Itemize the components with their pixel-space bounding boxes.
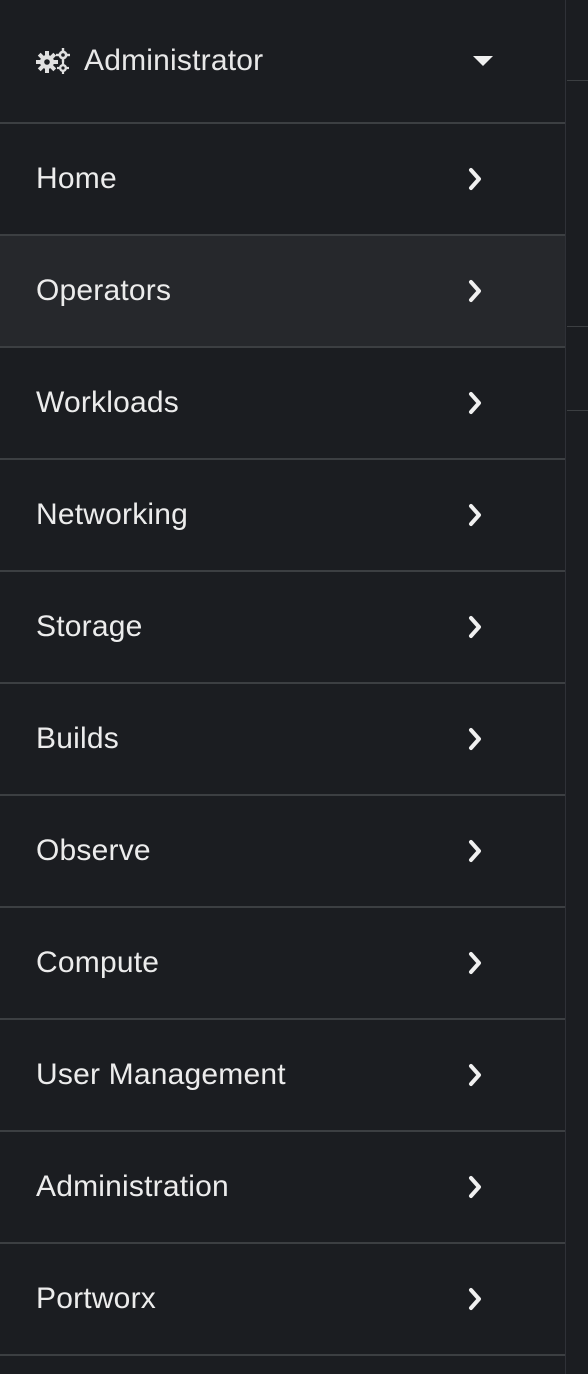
nav-item-home[interactable]: Home (0, 124, 565, 236)
nav-item-administration[interactable]: Administration (0, 1132, 565, 1244)
cogs-icon (36, 48, 70, 74)
nav-item-networking[interactable]: Networking (0, 460, 565, 572)
divider (567, 326, 588, 327)
nav-item-label: Administration (36, 1170, 229, 1203)
nav-item-label: User Management (36, 1058, 286, 1091)
chevron-right-icon (469, 616, 481, 638)
nav-item-builds[interactable]: Builds (0, 684, 565, 796)
chevron-right-icon (469, 504, 481, 526)
nav-item-operators[interactable]: Operators (0, 236, 565, 348)
perspective-switcher[interactable]: Administrator (0, 0, 565, 124)
chevron-right-icon (469, 840, 481, 862)
nav-item-label: Observe (36, 834, 151, 867)
chevron-right-icon (469, 280, 481, 302)
nav-item-label: Storage (36, 610, 143, 643)
nav-item-compute[interactable]: Compute (0, 908, 565, 1020)
nav-item-portworx[interactable]: Portworx (0, 1244, 565, 1356)
nav-item-label: Home (36, 162, 117, 195)
nav-item-label: Networking (36, 498, 189, 531)
divider (567, 410, 588, 411)
page: Administrator Home Operators Workloads N (0, 0, 588, 1374)
nav-item-label: Operators (36, 274, 172, 307)
chevron-right-icon (469, 728, 481, 750)
divider (567, 80, 588, 81)
perspective-label: Administrator (84, 44, 264, 77)
sidebar-nav: Administrator Home Operators Workloads N (0, 0, 566, 1374)
chevron-right-icon (469, 168, 481, 190)
chevron-right-icon (469, 952, 481, 974)
caret-down-icon (473, 56, 493, 66)
nav-item-workloads[interactable]: Workloads (0, 348, 565, 460)
nav-item-label: Workloads (36, 386, 179, 419)
chevron-right-icon (469, 392, 481, 414)
content-edge (567, 0, 588, 1374)
chevron-right-icon (469, 1288, 481, 1310)
nav-item-label: Portworx (36, 1282, 156, 1315)
chevron-right-icon (469, 1176, 481, 1198)
chevron-right-icon (469, 1064, 481, 1086)
nav-item-user-management[interactable]: User Management (0, 1020, 565, 1132)
nav-item-storage[interactable]: Storage (0, 572, 565, 684)
nav-item-label: Builds (36, 722, 119, 755)
nav-item-observe[interactable]: Observe (0, 796, 565, 908)
nav-item-label: Compute (36, 946, 160, 979)
